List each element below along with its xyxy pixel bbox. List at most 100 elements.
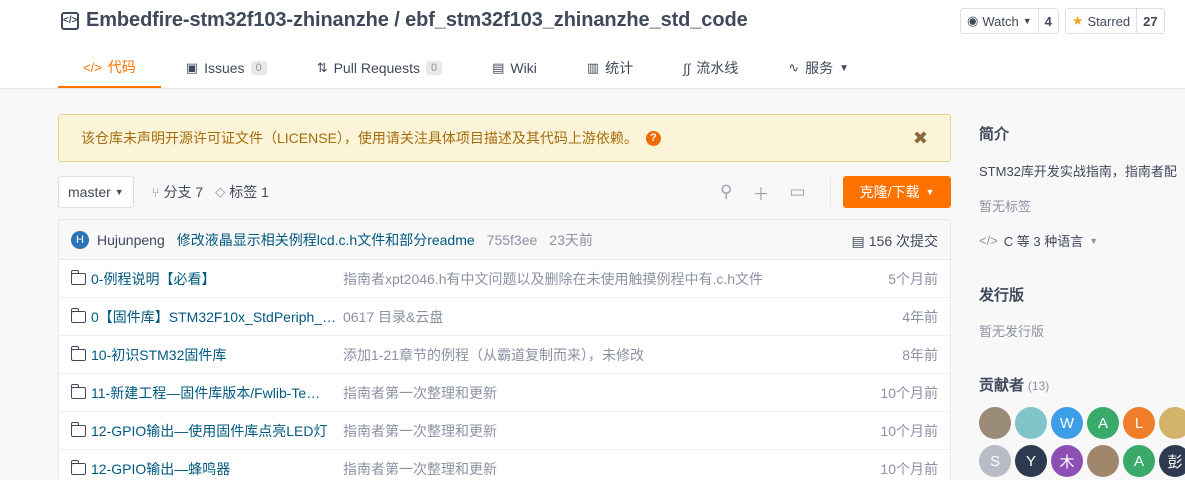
languages-dropdown[interactable]: </> C 等 3 种语言 ▼ [979,231,1185,250]
repo-title[interactable]: Embedfire-stm32f103-zhinanzhe / ebf_stm3… [86,9,748,32]
tab-pull-requests[interactable]: ⇅ Pull Requests 0 [292,48,467,88]
intro-title: 简介 [979,126,1010,143]
file-name-link[interactable]: 12-GPIO输出—使用固件库点亮LED灯 [91,421,341,441]
file-time: 8年前 [902,346,938,363]
tab-issues[interactable]: ▣ Issues 0 [161,48,292,88]
tab-services[interactable]: ∿ 服务 ▼ [763,48,874,88]
branch-name: master [68,184,111,200]
avatar[interactable]: 木 [1051,445,1083,477]
notice-text: 该仓库未声明开源许可证文件（LICENSE），使用请关注具体项目描述及其代码上游… [81,130,638,146]
avatar[interactable] [979,407,1011,439]
code-icon: </> [979,233,998,248]
table-row: 10-初识STM32固件库 添加1-21章节的例程（从霸道复制而来），未修改 8… [59,336,950,374]
file-commit-message[interactable]: 指南者第一次整理和更新 [343,421,497,441]
tags-link[interactable]: ◇ 标签 1 [215,182,269,202]
branch-select[interactable]: master ▼ [58,176,134,208]
avatar[interactable] [1087,445,1119,477]
commit-count-link[interactable]: ▤ 156 次提交 [852,231,938,251]
file-name-link[interactable]: 11-新建工程—固件库版本/Fwlib-Te… [91,383,341,403]
commit-message[interactable]: 修改液晶显示相关例程lcd.c.h文件和部分readme [177,230,475,250]
watch-button[interactable]: ◉ Watch ▼ 4 [960,8,1059,34]
pr-count-badge: 0 [425,61,443,75]
star-button[interactable]: ★ Starred 27 [1064,8,1165,34]
commit-sha[interactable]: 755f3ee [487,232,538,248]
tab-label: 流水线 [696,60,739,76]
code-icon: </> [83,59,102,75]
caret-down-icon: ▼ [114,187,124,197]
branch-icon: ⑂ [151,184,160,200]
table-row: 12-GPIO输出—蜂鸣器 指南者第一次整理和更新 10个月前 [59,450,950,480]
star-count[interactable]: 27 [1136,9,1163,33]
star-label: Starred [1087,13,1131,29]
search-icon[interactable]: ⚲ [720,182,732,202]
file-name-link[interactable]: 12-GPIO输出—蜂鸣器 [91,459,341,479]
star-icon: ★ [1071,13,1084,28]
branch-toolbar: master ▼ ⑂ 分支 7 ◇ 标签 1 ⚲ ＋ ▭ 克隆/下载 ▼ [58,176,951,208]
monitor-icon[interactable]: ▭ [789,182,805,202]
commit-author[interactable]: Hujunpeng [97,232,165,248]
folder-icon [70,307,86,323]
tab-wiki[interactable]: ▤ Wiki [467,48,562,88]
header-actions: ◉ Watch ▼ 4 ★ Starred 27 [960,8,1165,34]
file-time: 10个月前 [880,460,938,477]
help-icon[interactable]: ? [645,130,661,146]
folder-icon [70,383,86,399]
file-name-link[interactable]: 0-例程说明【必看】 [91,269,341,289]
contributors-header: 贡献者 (13) [979,374,1185,395]
file-time: 4年前 [902,308,938,325]
file-commit-message[interactable]: 指南者第一次整理和更新 [343,383,497,403]
plus-icon[interactable]: ＋ [752,180,769,205]
contributors-row-2: S Y 木 A 彭 [979,445,1185,477]
tab-pipeline[interactable]: ∫∫ 流水线 [658,48,763,88]
avatar[interactable]: L [1123,407,1155,439]
intro-text: STM32库开发实战指南，指南者配 [979,164,1177,179]
contributors-count: (13) [1027,379,1050,393]
wiki-icon: ▤ [492,60,505,75]
avatar[interactable]: Y [1015,445,1047,477]
commit-time: 23天前 [549,231,593,248]
pull-request-icon: ⇅ [316,60,328,75]
file-name-link[interactable]: 10-初识STM32固件库 [91,345,341,365]
no-tags-text: 暂无标签 [979,199,1032,214]
tags-label: 标签 1 [229,184,269,200]
file-table: H Hujunpeng 修改液晶显示相关例程lcd.c.h文件和部分readme… [58,219,951,480]
tab-code[interactable]: </> 代码 [58,48,161,88]
file-commit-message[interactable]: 指南者xpt2046.h有中文问题以及删除在未使用触摸例程中有.c.h文件 [343,269,763,289]
contributors-row-1: W A L [979,407,1185,439]
watch-count[interactable]: 4 [1037,9,1058,33]
commit-count: 156 次提交 [868,233,938,249]
avatar[interactable]: 彭 [1159,445,1185,477]
avatar[interactable]: H [71,230,89,249]
releases-title: 发行版 [979,287,1025,304]
tab-label: 服务 [805,60,834,76]
avatar[interactable]: W [1051,407,1083,439]
file-time: 10个月前 [880,384,938,401]
stats-icon: ▥ [586,60,600,75]
clone-download-button[interactable]: 克隆/下载 ▼ [843,176,951,208]
file-commit-message[interactable]: 添加1-21章节的例程（从霸道复制而来），未修改 [343,345,644,365]
folder-icon [70,421,86,437]
file-name-link[interactable]: 0【固件库】STM32F10x_StdPeriph_… [91,307,341,327]
close-icon[interactable]: ✖ [913,128,928,149]
repo-sidebar: 简介 STM32库开发实战指南，指南者配 暂无标签 </> C 等 3 种语言 … [979,114,1185,477]
issues-count-badge: 0 [250,61,267,75]
table-row: 0【固件库】STM32F10x_StdPeriph_… 0617 目录&云盘 4… [59,298,950,336]
tab-stats[interactable]: ▥ 统计 [562,48,658,88]
caret-down-icon: ▼ [1022,16,1032,26]
tag-icon: ◇ [215,184,226,199]
languages-label: C 等 3 种语言 [1003,234,1084,249]
avatar[interactable] [1159,407,1185,439]
file-time: 5个月前 [888,270,938,287]
branches-link[interactable]: ⑂ 分支 7 [152,182,204,202]
divider [829,177,831,207]
table-row: 12-GPIO输出—使用固件库点亮LED灯 指南者第一次整理和更新 10个月前 [59,412,950,450]
avatar[interactable]: S [979,445,1011,477]
tab-label: 统计 [605,60,634,76]
avatar[interactable] [1015,407,1047,439]
latest-commit-bar: H Hujunpeng 修改液晶显示相关例程lcd.c.h文件和部分readme… [59,220,950,260]
avatar[interactable]: A [1087,407,1119,439]
license-notice: 该仓库未声明开源许可证文件（LICENSE），使用请关注具体项目描述及其代码上游… [58,114,951,162]
avatar[interactable]: A [1123,445,1155,477]
file-commit-message[interactable]: 0617 目录&云盘 [343,307,443,327]
file-commit-message[interactable]: 指南者第一次整理和更新 [343,459,497,479]
